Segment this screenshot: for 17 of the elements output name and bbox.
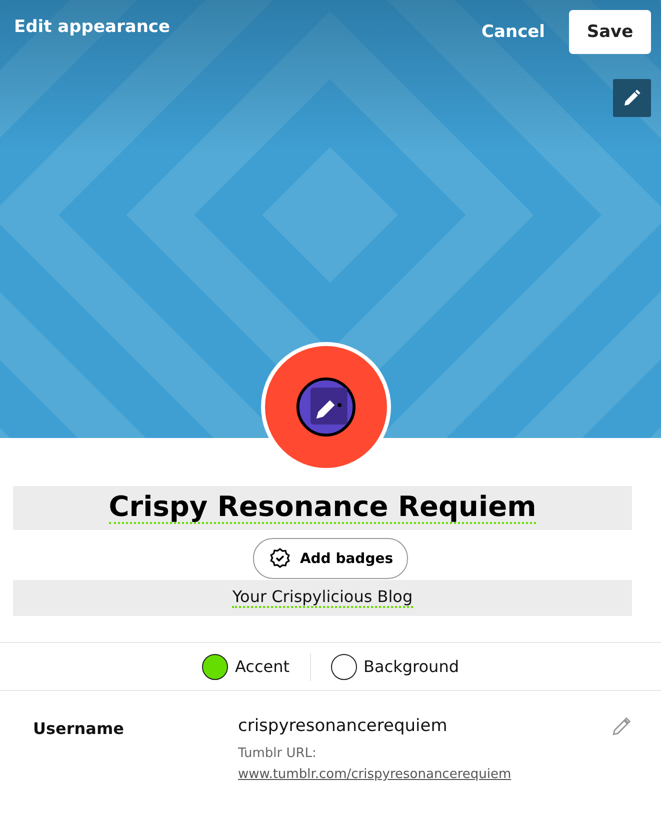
- edit-header-button[interactable]: [613, 79, 651, 117]
- pencil-icon: [610, 716, 632, 738]
- url-label: Tumblr URL:: [238, 746, 318, 761]
- color-option[interactable]: Background: [330, 654, 459, 680]
- cancel-button[interactable]: Cancel: [476, 21, 551, 43]
- username-value: crispyresonancerequiem: [238, 716, 448, 736]
- badge-icon: [268, 546, 292, 570]
- pencil-icon: [622, 88, 642, 108]
- pencil-badge-icon: [295, 376, 357, 438]
- page-title: Edit appearance: [14, 17, 170, 37]
- save-button[interactable]: Save: [569, 10, 651, 54]
- blog-url-link[interactable]: www.tumblr.com/crispyresonancerequiem: [238, 767, 609, 782]
- add-badges-button[interactable]: Add badges: [252, 538, 408, 579]
- blog-description-field[interactable]: Your Crispylicious Blog: [13, 580, 632, 616]
- blog-title-field[interactable]: Crispy Resonance Requiem: [13, 486, 632, 530]
- username-label: Username: [33, 719, 125, 740]
- color-option[interactable]: Accent: [202, 654, 290, 680]
